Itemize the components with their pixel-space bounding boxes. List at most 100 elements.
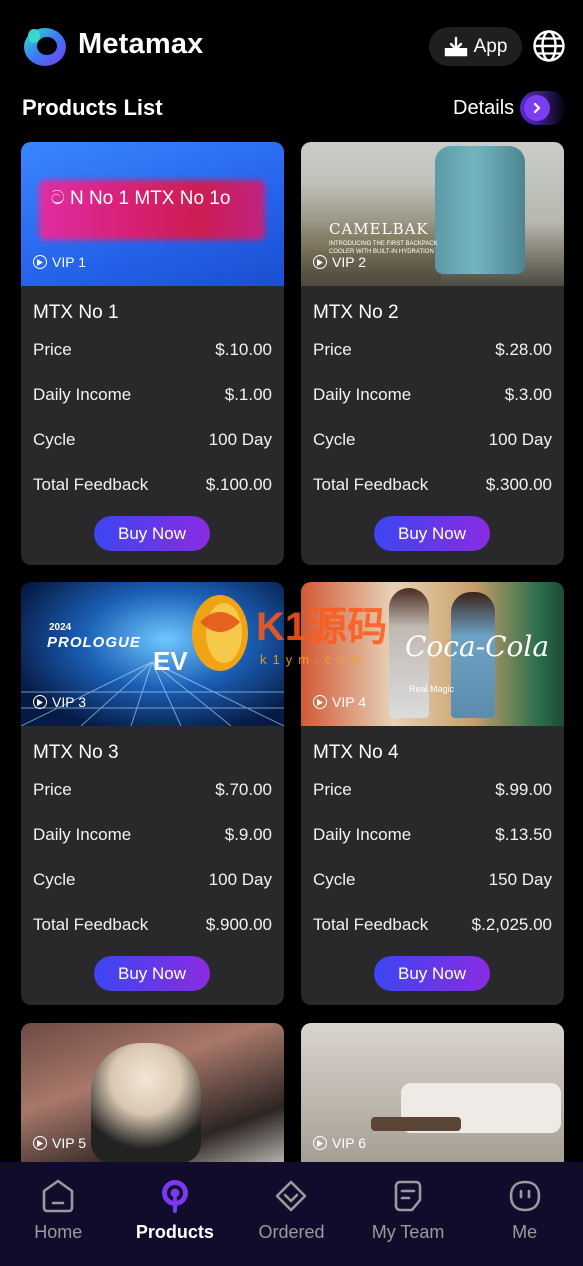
globe-icon[interactable] [532,29,566,63]
price-row: Price $.99.00 [313,780,552,800]
vip-badge: VIP 4 [313,694,366,710]
total-feedback-row: Total Feedback $.100.00 [33,475,272,495]
price-value: $.99.00 [495,780,552,799]
daily-income-label: Daily Income [33,825,132,844]
price-label: Price [313,340,352,359]
details-arrow-button[interactable] [520,91,567,125]
product-image-4: Coca-Cola Real Magic VIP 4 [301,582,564,726]
play-icon [313,255,327,269]
buy-now-button[interactable]: Buy Now [374,516,490,551]
product-card-1[interactable]: ට N No 1 MTX No 1o VIP 1 MTX No 1 Price $… [21,142,284,565]
top-bar: Metamax App [0,0,583,92]
vip-badge: VIP 5 [33,1135,86,1151]
daily-income-label: Daily Income [313,825,412,844]
nav-label-products: Products [135,1222,214,1242]
cycle-label: Cycle [313,430,356,449]
cycle-row: Cycle 150 Day [313,870,552,890]
daily-income-label: Daily Income [33,385,132,404]
total-feedback-row: Total Feedback $.300.00 [313,475,552,495]
cycle-value: 100 Day [208,870,272,889]
vip-label: VIP 5 [52,1135,86,1151]
me-icon [509,1180,540,1212]
metamax-logo [24,28,66,66]
vip-label: VIP 2 [332,254,366,270]
backpack-shape [435,146,525,274]
banner-sub-3: EV [153,646,188,676]
banner-text-2: CAMELBAK [329,220,429,238]
play-icon [313,1136,327,1150]
banner-text-4: Coca-Cola [405,630,550,663]
total-feedback-label: Total Feedback [33,475,149,494]
home-icon [42,1179,74,1213]
product-card-4[interactable]: Coca-Cola Real Magic VIP 4 MTX No 4 Pric… [301,582,564,1005]
person-shape-5 [91,1043,201,1163]
cycle-row: Cycle 100 Day [313,430,552,450]
total-feedback-value: $.900.00 [205,915,272,934]
cycle-label: Cycle [33,430,76,449]
price-value: $.10.00 [215,340,272,359]
nav-label-my-team: My Team [371,1222,445,1242]
vip-label: VIP 6 [332,1135,366,1151]
total-feedback-row: Total Feedback $.900.00 [33,915,272,935]
daily-income-row: Daily Income $.3.00 [313,385,552,405]
app-name: Metamax [78,28,204,60]
product-card-5[interactable]: VIP 5 [21,1023,284,1183]
play-icon [313,695,327,709]
vip-badge: VIP 2 [313,254,366,270]
cycle-label: Cycle [33,870,76,889]
vip-label: VIP 4 [332,694,366,710]
play-icon [33,1136,47,1150]
product-name: MTX No 3 [33,742,119,763]
price-label: Price [33,340,72,359]
nav-label-me: Me [512,1222,538,1242]
download-icon [444,36,467,56]
cycle-value: 100 Day [208,430,272,449]
product-card-6[interactable]: VIP 6 [301,1023,564,1183]
ordered-icon [276,1180,307,1212]
product-card-3[interactable]: 2024 PROLOGUE EV VIP 3 MTX No 3 Price $.7… [21,582,284,1005]
cycle-row: Cycle 100 Day [33,870,272,890]
cycle-row: Cycle 100 Day [33,430,272,450]
product-image-3: 2024 PROLOGUE EV VIP 3 [21,582,284,726]
price-row: Price $.70.00 [33,780,272,800]
buy-now-button[interactable]: Buy Now [94,956,210,991]
section-title: Products List [22,95,163,120]
nav-ordered[interactable]: Ordered [233,1162,350,1266]
product-image-1: ට N No 1 MTX No 1o VIP 1 [21,142,284,286]
app-download-button[interactable]: App [429,27,522,66]
buy-now-button[interactable]: Buy Now [94,516,210,551]
product-card-2[interactable]: CAMELBAK INTRODUCING THE FIRST BACKPACK … [301,142,564,565]
chevron-right-icon [524,95,551,121]
nav-products[interactable]: Products [117,1162,234,1266]
details-link[interactable]: Details [453,90,567,126]
vip-label: VIP 1 [52,254,86,270]
buy-now-button[interactable]: Buy Now [374,956,490,991]
daily-income-value: $.1.00 [224,385,272,404]
banner-text-3: PROLOGUE [47,634,141,651]
play-icon [33,255,47,269]
nav-me[interactable]: Me [466,1162,583,1266]
vip-badge: VIP 1 [33,254,86,270]
product-image-6: VIP 6 [301,1023,564,1183]
banner-year-3: 2024 [49,622,72,633]
price-value: $.28.00 [495,340,552,359]
details-label: Details [453,96,515,119]
nav-my-team[interactable]: My Team [350,1162,467,1266]
total-feedback-label: Total Feedback [33,915,149,934]
nav-label-ordered: Ordered [258,1222,325,1242]
daily-income-row: Daily Income $.13.50 [313,825,552,845]
total-feedback-value: $.2,025.00 [471,915,552,934]
daily-income-row: Daily Income $.9.00 [33,825,272,845]
banner-text-1: ට N No 1 MTX No 1o [51,188,231,209]
banner-sub-4: Real Magic [409,684,455,694]
price-value: $.70.00 [215,780,272,799]
daily-income-value: $.9.00 [224,825,272,844]
products-icon [161,1180,188,1213]
price-label: Price [313,780,352,799]
bottom-nav: Home Products Ordered My Team Me [0,1162,583,1266]
price-row: Price $.28.00 [313,340,552,360]
nav-home[interactable]: Home [0,1162,117,1266]
cycle-label: Cycle [313,870,356,889]
vip-badge: VIP 3 [33,694,86,710]
cycle-value: 150 Day [488,870,552,889]
